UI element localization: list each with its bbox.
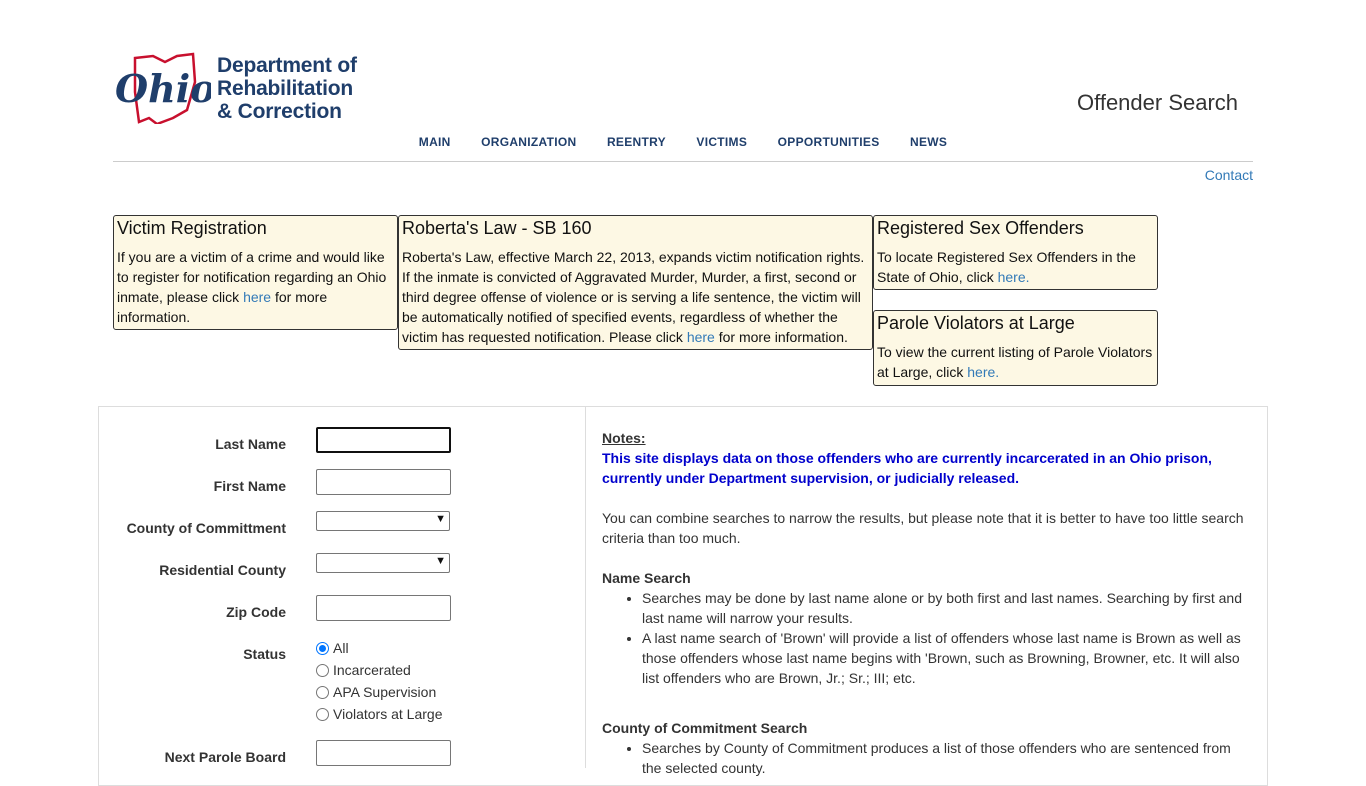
list-item: Searches by County of Commitment produce… [642,738,1252,778]
robertas-law-text: Roberta's Law, effective March 22, 2013,… [402,247,869,347]
victim-registration-title: Victim Registration [117,218,267,238]
residential-county-label: Residential County [159,562,286,578]
zip-code-label: Zip Code [226,604,286,620]
status-radio-all[interactable]: All [316,640,349,656]
victim-registration-box: Victim Registration If you are a victim … [113,215,398,330]
notes-intro: You can combine searches to narrow the r… [602,510,1244,546]
first-name-input[interactable] [316,469,451,495]
radio-unchecked-icon[interactable] [316,685,329,699]
page-title: Offender Search [1077,90,1239,115]
parole-violators-box: Parole Violators at Large To view the cu… [873,310,1158,386]
sex-offenders-link[interactable]: here. [998,269,1030,285]
nav-organization[interactable]: ORGANIZATION [481,135,576,149]
last-name-input[interactable] [316,427,451,453]
last-name-label: Last Name [215,436,286,452]
radio-checked-icon[interactable] [316,641,329,655]
nav-opportunities[interactable]: OPPORTUNITIES [778,135,880,149]
parole-violators-text-a: To view the current listing of Parole Vi… [877,344,1153,380]
ohio-wordmark: Ohio [115,66,211,111]
status-option-label: All [333,640,349,656]
county-search-heading: County of Commitment Search [602,720,808,736]
contact-link[interactable]: Contact [1205,167,1253,183]
notes-section: Notes: This site displays data on those … [602,428,1252,778]
county-commitment-select[interactable]: ▼ [316,511,450,531]
parole-violators-text: To view the current listing of Parole Vi… [877,342,1154,382]
radio-unchecked-icon[interactable] [316,663,329,677]
logo-line-3: & Correction [217,99,342,123]
nav-news[interactable]: NEWS [910,135,947,149]
panel-divider [585,406,586,768]
header-divider [113,161,1253,162]
status-radio-incarcerated[interactable]: Incarcerated [316,662,411,678]
notes-heading: Notes: [602,430,646,446]
list-item: A last name search of 'Brown' will provi… [642,628,1252,688]
status-option-label: Incarcerated [333,662,411,678]
status-option-label: Violators at Large [333,706,443,722]
logo-text: Department of Rehabilitation & Correctio… [217,54,357,123]
nav-victims[interactable]: VICTIMS [696,135,747,149]
robertas-law-text-b: for more information. [714,329,848,345]
ohio-map-icon: Ohio [115,52,211,124]
status-radio-violators[interactable]: Violators at Large [316,706,442,722]
county-commitment-label: County of Committment [126,520,286,536]
robertas-law-title: Roberta's Law - SB 160 [402,218,592,238]
status-label: Status [243,646,286,662]
status-radio-apa-supervision[interactable]: APA Supervision [316,684,436,700]
status-option-label: APA Supervision [333,684,437,700]
robertas-law-box: Roberta's Law - SB 160 Roberta's Law, ef… [398,215,873,350]
logo-line-1: Department of [217,53,357,77]
zip-code-input[interactable] [316,595,451,621]
list-item: Searches may be done by last name alone … [642,588,1252,628]
main-nav: MAIN ORGANIZATION REENTRY VICTIMS OPPORT… [0,133,1366,151]
nav-reentry[interactable]: REENTRY [607,135,666,149]
sex-offenders-box: Registered Sex Offenders To locate Regis… [873,215,1158,290]
next-parole-label: Next Parole Board [164,749,286,765]
county-search-list: Searches by County of Commitment produce… [602,738,1252,778]
chevron-down-icon: ▼ [435,555,446,567]
victim-registration-link[interactable]: here [243,289,271,305]
first-name-label: First Name [213,478,286,494]
next-parole-input[interactable] [316,740,451,766]
victim-registration-text: If you are a victim of a crime and would… [117,247,394,327]
name-search-list: Searches may be done by last name alone … [602,588,1252,688]
nav-main[interactable]: MAIN [419,135,451,149]
chevron-down-icon: ▼ [435,513,446,525]
robertas-law-link[interactable]: here [687,329,715,345]
parole-violators-title: Parole Violators at Large [877,313,1075,333]
parole-violators-link[interactable]: here. [967,364,999,380]
name-search-heading: Name Search [602,570,691,586]
odrc-logo[interactable]: Ohio Department of Rehabilitation & Corr… [113,50,373,126]
radio-unchecked-icon[interactable] [316,707,329,721]
sex-offenders-text: To locate Registered Sex Offenders in th… [877,247,1154,287]
logo-line-2: Rehabilitation [217,76,354,100]
sex-offenders-title: Registered Sex Offenders [877,218,1084,238]
residential-county-select[interactable]: ▼ [316,553,450,573]
notes-highlight: This site displays data on those offende… [602,450,1212,486]
